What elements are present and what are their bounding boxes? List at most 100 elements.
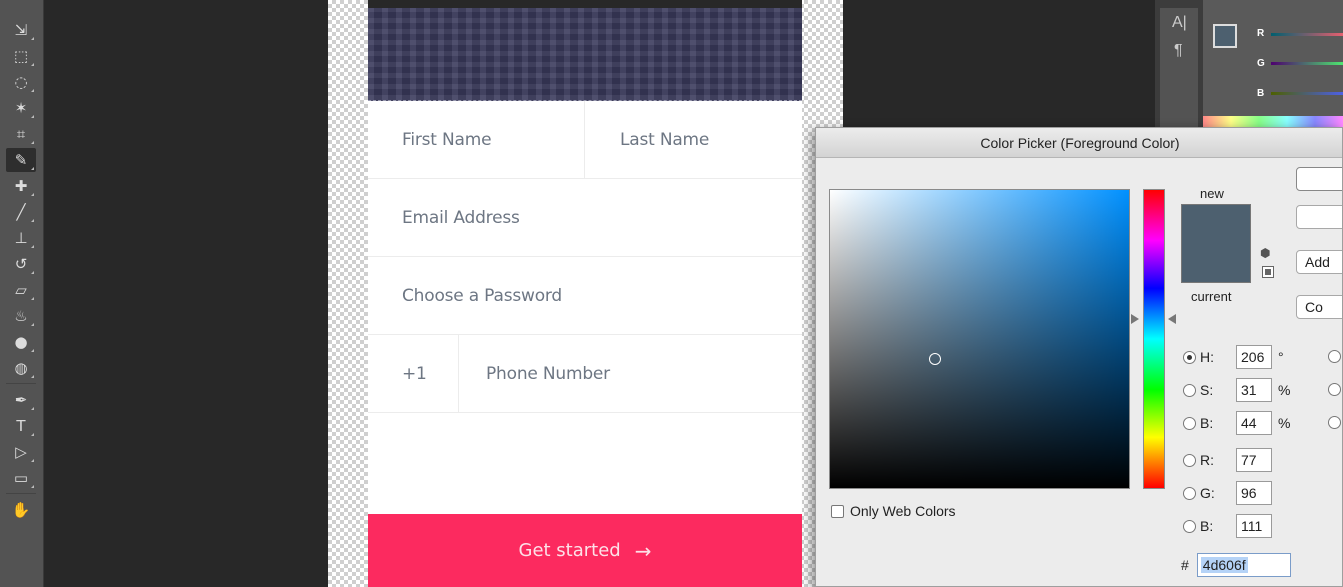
hand-icon[interactable]: ✋ [6,498,36,522]
degree-unit: ° [1278,349,1284,365]
workspace-background [45,0,328,587]
hue-label: H: [1200,349,1214,365]
brush-icon[interactable]: ╱ [6,200,36,224]
name-row: First Name Last Name [368,101,802,179]
clone-stamp-icon[interactable]: ⊥ [6,226,36,250]
password-row: Choose a Password [368,257,802,335]
percent-unit: % [1278,415,1291,431]
magic-wand-icon[interactable]: ✶ [6,96,36,120]
history-brush-icon[interactable]: ↺ [6,252,36,276]
hue-row: H: 206 ° [1183,345,1284,369]
hue-slider-left-arrow[interactable] [1131,314,1139,324]
only-web-colors-option[interactable]: Only Web Colors [831,503,956,519]
healing-brush-icon[interactable]: ✚ [6,174,36,198]
marquee-icon[interactable]: ⬚ [6,44,36,68]
hex-label: # [1181,557,1189,573]
hue-radio[interactable] [1183,350,1196,364]
red-input[interactable]: 77 [1236,448,1272,472]
red-label: R: [1200,452,1214,468]
green-row: G: 96 [1183,481,1272,505]
hex-value: 4d606f [1200,557,1248,573]
dialog-title: Color Picker (Foreground Color) [816,128,1342,158]
hue-input[interactable]: 206 [1236,345,1272,369]
color-field[interactable] [829,189,1130,489]
channel-g-label: G [1257,58,1265,69]
foreground-swatch[interactable] [1213,24,1237,48]
red-radio[interactable] [1183,453,1196,467]
character-panel-icon[interactable]: A| [1172,14,1187,32]
hue-slider-right-arrow[interactable] [1168,314,1176,324]
paragraph-panel-icon[interactable]: ¶ [1174,42,1183,60]
eraser-icon[interactable]: ▱ [6,278,36,302]
web-safe-warning-icon[interactable] [1262,266,1274,278]
blue-row: B: 111 [1183,514,1272,538]
country-code[interactable]: +1 [402,364,427,384]
password-field[interactable]: Choose a Password [402,286,562,306]
last-name-field[interactable]: Last Name [620,130,709,150]
red-row: R: 77 [1183,448,1272,472]
phone-field[interactable]: Phone Number [486,364,610,384]
dodge-icon[interactable]: ◍ [6,356,36,380]
saturation-row: S: 31 % [1183,378,1290,402]
header-photo [368,8,802,101]
saturation-radio[interactable] [1183,383,1196,397]
blue-slider[interactable] [1271,92,1343,95]
channel-r-label: R [1257,28,1265,39]
new-color-swatch [1181,204,1251,244]
ok-button[interactable] [1296,167,1342,191]
tools-panel: ⇲ ⬚ ◌ ✶ ⌗ ✎ ✚ ╱ ⊥ ↺ ▱ ♨ ● ◍ ✒ T ▷ ▭ ✋ [0,0,44,587]
color-panel: R G B [1203,0,1343,128]
green-slider[interactable] [1271,62,1343,65]
get-started-label: Get started [518,540,621,561]
path-select-icon[interactable]: ▷ [6,440,36,464]
red-slider[interactable] [1271,33,1343,36]
hex-row: # 4d606f [1181,553,1291,577]
email-field[interactable]: Email Address [402,208,520,228]
new-color-label: new [1200,186,1224,201]
saturation-input[interactable]: 31 [1236,378,1272,402]
add-to-swatches-button[interactable]: Add [1296,250,1342,274]
only-web-colors-checkbox[interactable] [831,504,844,518]
type-icon[interactable]: T [6,414,36,438]
hex-input[interactable]: 4d606f [1196,553,1291,577]
only-web-colors-label: Only Web Colors [850,503,956,519]
hue-slider[interactable] [1143,189,1165,489]
cancel-button[interactable] [1296,205,1342,229]
lasso-icon[interactable]: ◌ [6,70,36,94]
lab-a-radio[interactable] [1328,383,1341,396]
get-started-button[interactable]: Get started → [368,514,802,587]
out-of-gamut-cube-icon[interactable]: ⬢ [1260,246,1270,260]
brightness-radio[interactable] [1183,416,1196,430]
current-color-label: current [1191,289,1232,304]
percent-unit: % [1278,382,1291,398]
pen-icon[interactable]: ✒ [6,388,36,412]
blur-icon[interactable]: ● [6,330,36,354]
panel-tool-strip: A| ¶ [1160,8,1198,128]
brightness-input[interactable]: 44 [1236,411,1272,435]
brightness-row: B: 44 % [1183,411,1290,435]
artboard: First Name Last Name Email Address Choos… [368,0,802,587]
color-picker-dialog: Color Picker (Foreground Color) Only Web… [815,127,1343,587]
green-input[interactable]: 96 [1236,481,1272,505]
blue-label: B: [1200,518,1214,534]
channel-b-label: B [1257,88,1265,99]
eyedropper-icon[interactable]: ✎ [6,148,36,172]
blue-radio[interactable] [1183,519,1196,533]
email-row: Email Address [368,179,802,257]
paint-bucket-icon[interactable]: ♨ [6,304,36,328]
saturation-label: S: [1200,382,1214,398]
phone-row: +1 Phone Number [368,335,802,413]
rectangle-icon[interactable]: ▭ [6,466,36,490]
current-color-swatch[interactable] [1181,244,1251,283]
blue-input[interactable]: 111 [1236,514,1272,538]
lab-b-radio[interactable] [1328,416,1341,429]
green-label: G: [1200,485,1215,501]
first-name-field[interactable]: First Name [402,130,492,150]
crop-icon[interactable]: ⌗ [6,122,36,146]
arrow-right-icon: → [634,538,652,563]
color-libraries-button[interactable]: Co [1296,295,1342,319]
move-icon[interactable]: ⇲ [6,18,36,42]
lab-l-radio[interactable] [1328,350,1341,363]
color-field-cursor[interactable] [929,353,941,365]
green-radio[interactable] [1183,486,1196,500]
